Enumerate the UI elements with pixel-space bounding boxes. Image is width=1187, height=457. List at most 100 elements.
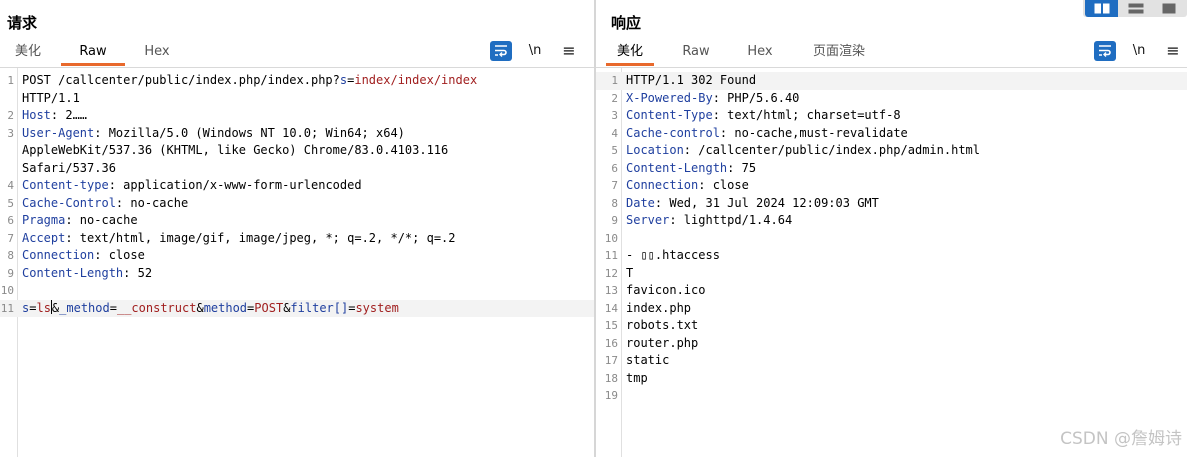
line-number: 12 [604, 266, 618, 280]
line-content: AppleWebKit/537.36 (KHTML, like Gecko) C… [22, 142, 448, 160]
header-key: Connection [626, 178, 699, 192]
code-line[interactable]: 15 robots.txt [596, 317, 1187, 335]
line-number: 1 [611, 74, 618, 87]
split-layout-button[interactable] [1085, 0, 1118, 17]
line-content: HTTP/1.1 302 Found [626, 72, 756, 90]
line-content: Safari/537.36 [22, 160, 116, 178]
code-line[interactable]: 7 Accept: text/html, image/gif, image/jpe… [0, 230, 594, 248]
rows-layout-button[interactable] [1119, 0, 1152, 17]
line-content: Content-type: application/x-www-form-url… [22, 177, 362, 195]
code-line[interactable]: 4 Cache-control: no-cache,must-revalidate [596, 125, 1187, 143]
header-key: Content-Length [22, 265, 124, 280]
line-content: X-Powered-By: PHP/5.6.40 [626, 90, 799, 108]
code-text: : lighttpd/1.4.64 [669, 213, 793, 227]
code-line[interactable]: HTTP/1.1 [0, 90, 594, 108]
response-tab-pretty[interactable]: 美化 [606, 42, 654, 66]
code-line[interactable]: 2 X-Powered-By: PHP/5.6.40 [596, 90, 1187, 108]
code-line[interactable]: 8 Date: Wed, 31 Jul 2024 12:09:03 GMT [596, 195, 1187, 213]
code-line[interactable]: 4 Content-type: application/x-www-form-ur… [0, 177, 594, 195]
request-lines: 1 POST /callcenter/public/index.php/index… [0, 72, 594, 317]
response-wrap-button[interactable] [1094, 41, 1116, 61]
request-editor[interactable]: 1 POST /callcenter/public/index.php/index… [0, 67, 594, 457]
wrap-lines-icon [1099, 45, 1111, 57]
code-line[interactable]: 19 [596, 387, 1187, 405]
line-content: Date: Wed, 31 Jul 2024 12:09:03 GMT [626, 195, 879, 213]
code-text: : text/html; charset=utf-8 [712, 108, 901, 122]
line-number: 17 [604, 354, 618, 367]
code-line[interactable]: 1 HTTP/1.1 302 Found [596, 72, 1187, 90]
code-line[interactable]: 13 favicon.ico [596, 282, 1187, 300]
code-line[interactable]: 9 Server: lighttpd/1.4.64 [596, 212, 1187, 230]
code-line[interactable]: 3 User-Agent: Mozilla/5.0 (Windows NT 10.… [0, 125, 594, 143]
line-number: 5 [611, 144, 618, 157]
single-layout-button[interactable] [1152, 0, 1185, 17]
request-tab-raw[interactable]: Raw [61, 42, 125, 66]
code-line[interactable]: 12 T [596, 265, 1187, 283]
response-lines: 1 HTTP/1.1 302 Found 2 X-Powered-By: PHP/5.… [596, 72, 1187, 405]
line-content: Content-Length: 52 [22, 265, 152, 283]
response-newline-button[interactable]: \n [1128, 41, 1150, 61]
header-key: filter[] [290, 300, 349, 315]
code-line[interactable]: 17 static [596, 352, 1187, 370]
code-text: : no-cache,must-revalidate [719, 125, 908, 140]
code-line[interactable]: 5 Location: /callcenter/public/index.php/… [596, 142, 1187, 160]
request-tab-hex[interactable]: Hex [133, 42, 181, 66]
request-pane: 请求 美化 Raw Hex \n ≡ 1 POST /callcenter/pub… [0, 0, 594, 457]
code-line[interactable]: 1 POST /callcenter/public/index.php/index… [0, 72, 594, 90]
code-text: : Mozilla/5.0 (Windows NT 10.0; Win64; x… [94, 125, 405, 140]
code-line[interactable]: 18 tmp [596, 370, 1187, 388]
code-line[interactable]: AppleWebKit/537.36 (KHTML, like Gecko) C… [0, 142, 594, 160]
line-number: 10 [604, 231, 618, 245]
line-number: 6 [611, 161, 618, 175]
request-tab-pretty[interactable]: 美化 [6, 42, 50, 66]
response-tab-raw[interactable]: Raw [674, 42, 718, 66]
rows-layout-icon [1128, 3, 1143, 14]
code-line[interactable]: 11 s=ls&_method=__construct&method=POST&f… [0, 299, 594, 318]
request-wrap-button[interactable] [490, 41, 512, 61]
code-text: POST /callcenter/public/index.php/index.… [22, 73, 340, 87]
line-content: POST /callcenter/public/index.php/index.… [22, 72, 477, 90]
code-line[interactable]: 2 Host: 2…… [0, 107, 594, 125]
response-title: 响应 [611, 14, 642, 32]
code-line[interactable]: 16 router.php [596, 335, 1187, 353]
code-line[interactable]: 9 Content-Length: 52 [0, 265, 594, 283]
request-menu-button[interactable]: ≡ [558, 41, 580, 61]
response-editor[interactable]: 1 HTTP/1.1 302 Found 2 X-Powered-By: PHP/5.… [596, 67, 1187, 457]
line-number: 2 [7, 109, 14, 122]
request-title: 请求 [7, 14, 38, 32]
code-line[interactable]: 8 Connection: close [0, 247, 594, 265]
response-tab-render[interactable]: 页面渲染 [802, 42, 876, 66]
line-number: 15 [604, 319, 618, 332]
code-line[interactable]: 5 Cache-Control: no-cache [0, 195, 594, 213]
code-line[interactable]: 10 [596, 230, 1187, 248]
code-text: robots.txt [626, 318, 699, 332]
code-line[interactable]: 11 - ▯▯.htaccess [596, 247, 1187, 265]
line-number: 16 [604, 336, 618, 350]
request-newline-button[interactable]: \n [524, 41, 546, 61]
code-text: : application/x-www-form-urlencoded [108, 178, 362, 192]
code-line[interactable]: 14 index.php [596, 300, 1187, 318]
line-number: 7 [611, 179, 618, 192]
response-menu-button[interactable]: ≡ [1162, 41, 1184, 61]
code-line[interactable]: 6 Pragma: no-cache [0, 212, 594, 230]
line-number: 18 [604, 371, 618, 385]
code-line[interactable]: 6 Content-Length: 75 [596, 160, 1187, 178]
line-number: 3 [7, 126, 14, 140]
line-number: 8 [7, 249, 14, 262]
line-content: Pragma: no-cache [22, 212, 138, 230]
line-number: 11 [0, 301, 14, 315]
header-key: Host [22, 108, 51, 122]
line-number: 9 [611, 214, 618, 227]
code-line[interactable]: Safari/537.36 [0, 160, 594, 178]
line-content: s=ls&_method=__construct&method=POST&fil… [22, 299, 399, 318]
line-content: Server: lighttpd/1.4.64 [626, 212, 792, 230]
code-line[interactable]: 10 [0, 282, 594, 300]
code-line[interactable]: 7 Connection: close [596, 177, 1187, 195]
line-content: User-Agent: Mozilla/5.0 (Windows NT 10.0… [22, 125, 405, 143]
line-number: 5 [7, 196, 14, 210]
line-content: Location: /callcenter/public/index.php/a… [626, 142, 980, 160]
code-line[interactable]: 3 Content-Type: text/html; charset=utf-8 [596, 107, 1187, 125]
response-tab-hex[interactable]: Hex [738, 42, 782, 66]
code-text: : no-cache [115, 195, 189, 210]
line-number: 6 [7, 214, 14, 227]
